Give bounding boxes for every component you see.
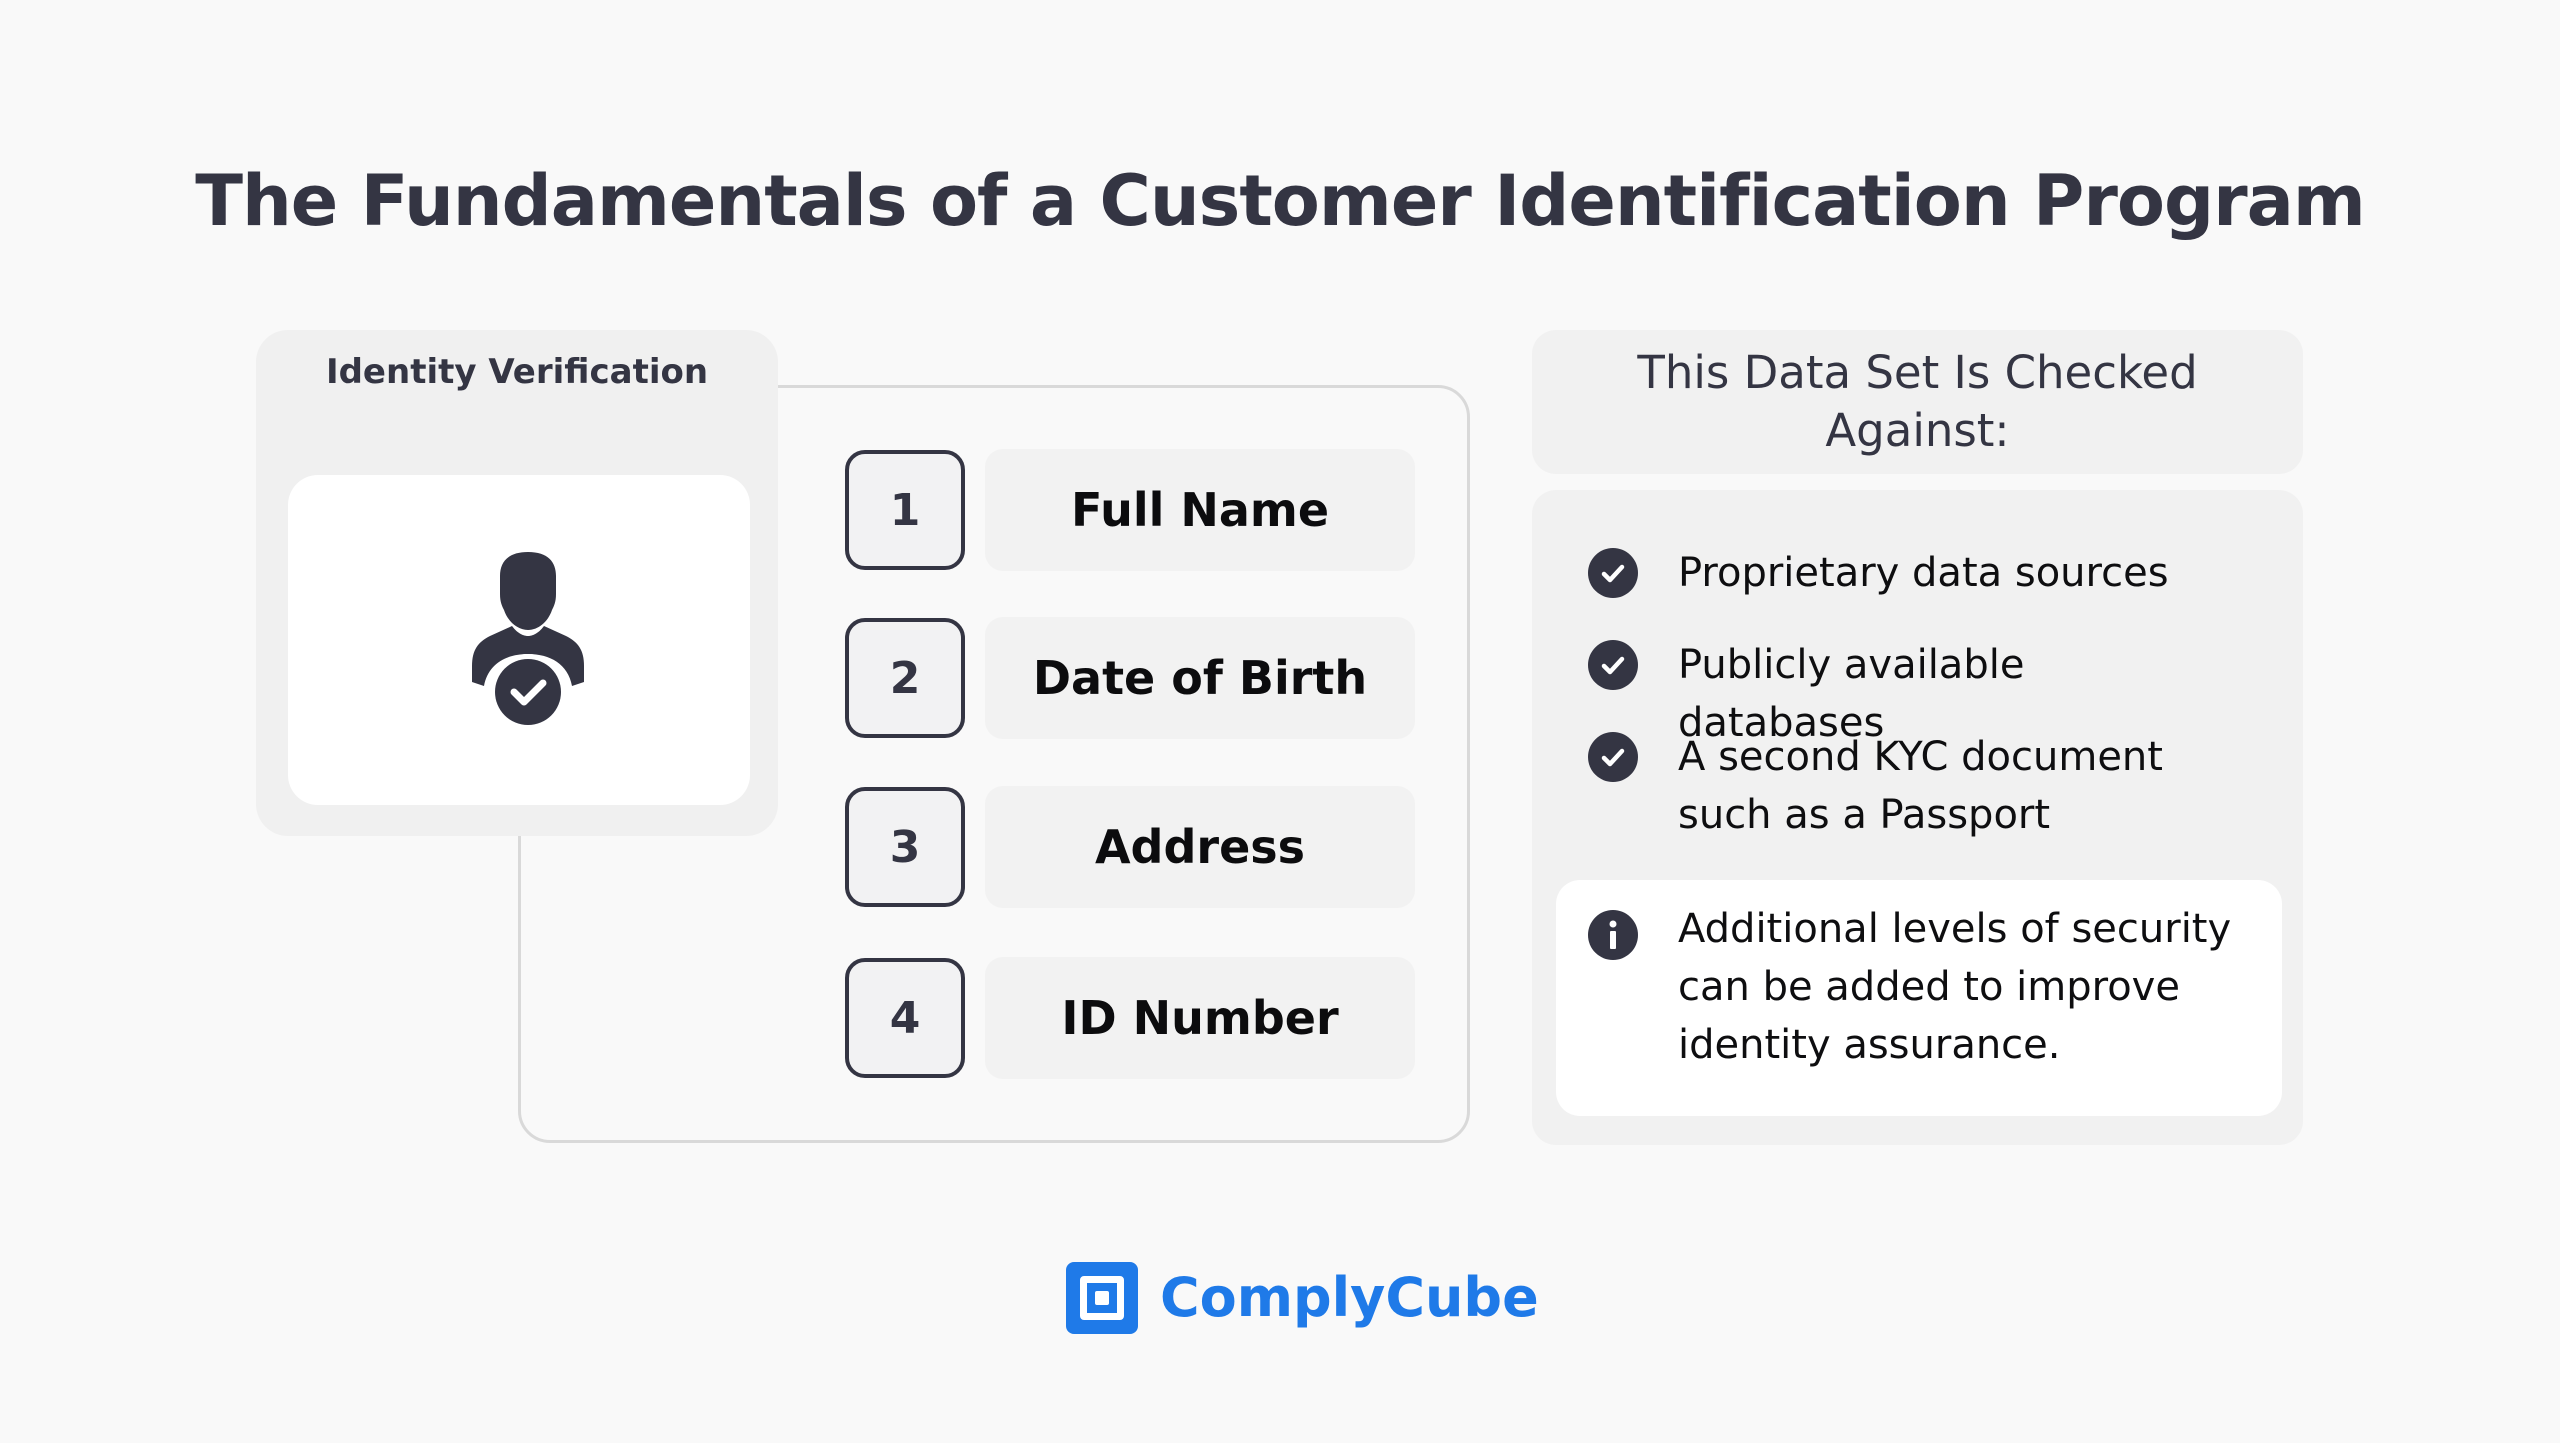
field-number-3: 3 — [845, 787, 965, 907]
field-date-of-birth: Date of Birth — [985, 617, 1415, 739]
field-full-name: Full Name — [985, 449, 1415, 571]
field-id-number: ID Number — [985, 957, 1415, 1079]
list-item: Proprietary data sources — [1588, 544, 2278, 602]
list-item-text: A second KYC document such as a Passport — [1678, 734, 2163, 838]
checked-against-heading: This Data Set Is Checked Against: — [1637, 346, 2198, 457]
identity-verification-title: Identity Verification — [325, 352, 709, 392]
complycube-logo-icon — [1066, 1262, 1138, 1334]
info-icon — [1588, 910, 1638, 960]
brand-name: ComplyCube — [1160, 1266, 1539, 1329]
list-item: A second KYC document such as a Passport — [1588, 728, 2278, 844]
identity-verification-card: Identity Verification — [256, 330, 778, 836]
info-note-text: Additional levels of security can be add… — [1678, 906, 2232, 1068]
field-number-1: 1 — [845, 450, 965, 570]
field-number-4: 4 — [845, 958, 965, 1078]
check-circle-icon — [1588, 548, 1638, 598]
info-note-card: Additional levels of security can be add… — [1556, 880, 2282, 1116]
verified-user-icon — [472, 552, 584, 730]
field-number-2: 2 — [845, 618, 965, 738]
checked-against-list: Proprietary data sources Publicly availa… — [1532, 490, 2303, 1145]
check-circle-icon — [1588, 640, 1638, 690]
checked-against-header: This Data Set Is Checked Against: — [1532, 330, 2303, 474]
identity-icon-panel — [288, 475, 750, 805]
list-item: Publicly available databases — [1588, 636, 2278, 746]
list-item-text: Proprietary data sources — [1678, 550, 2169, 596]
field-address: Address — [985, 786, 1415, 908]
page-title: The Fundamentals of a Customer Identific… — [195, 160, 2366, 242]
check-circle-icon — [1588, 732, 1638, 782]
